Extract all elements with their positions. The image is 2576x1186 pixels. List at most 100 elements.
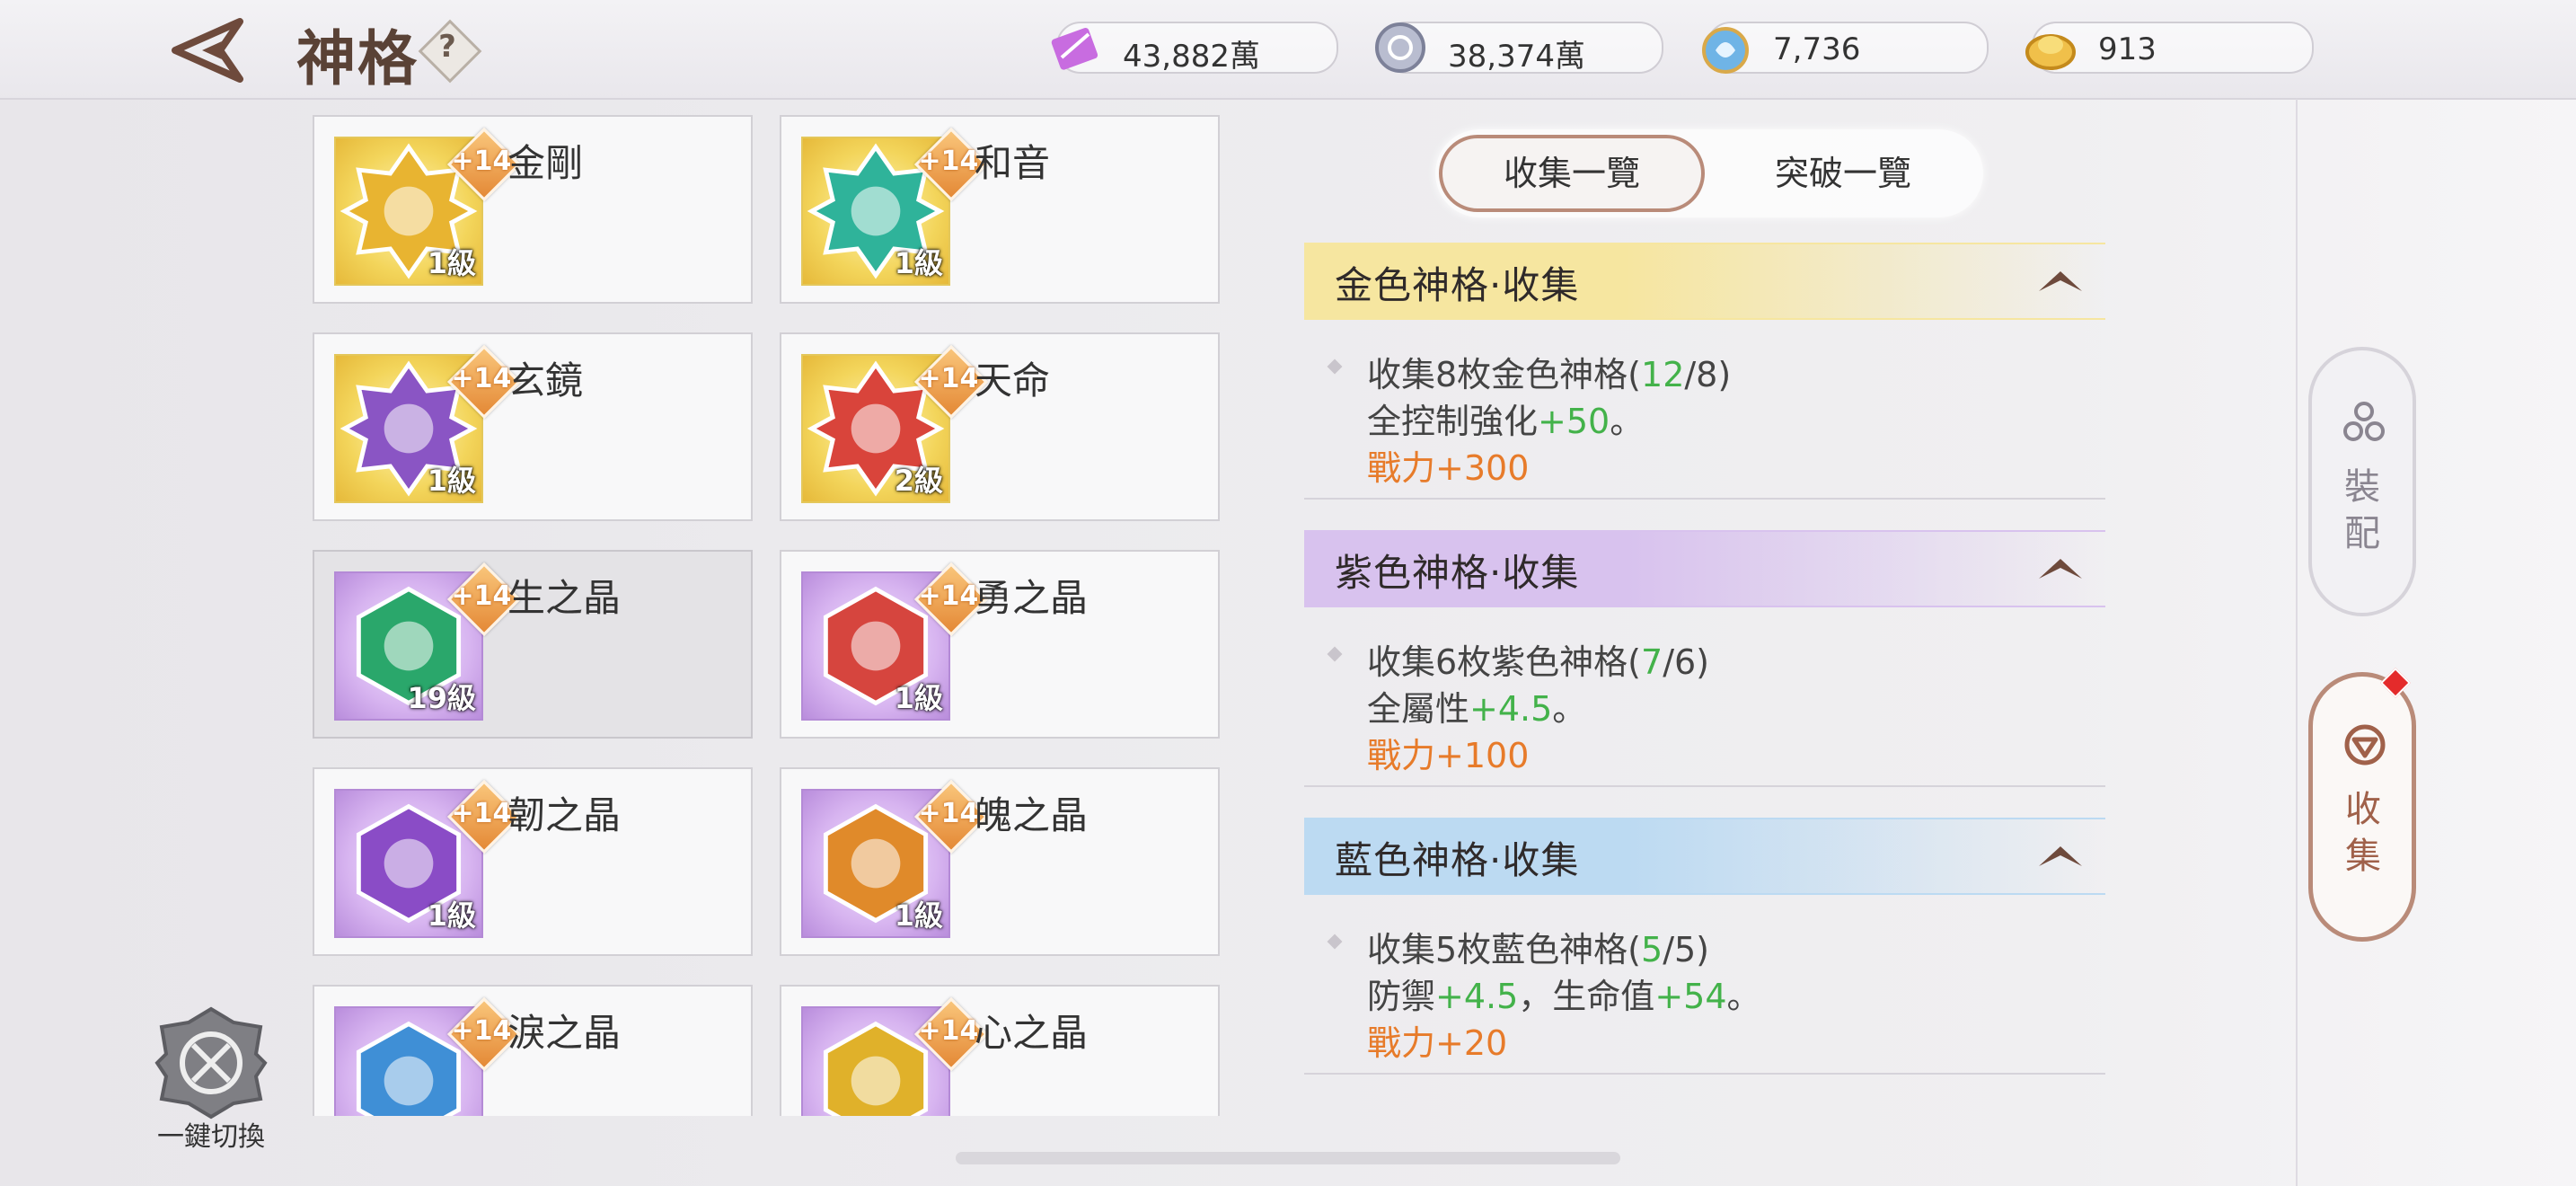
god-card[interactable]: +14 心之晶	[780, 985, 1220, 1116]
enhance-value: +14	[918, 363, 979, 394]
enhance-value: +14	[451, 1015, 512, 1047]
collection-section-header[interactable]: 紫色神格·收集	[1304, 530, 2105, 607]
collection-section-body: 收集5枚藍色神格(5/5) 防禦+4.5，生命值+54。 戰力+20	[1304, 922, 2105, 1076]
side-nav-equip-label: 裝配	[2312, 464, 2413, 557]
god-card-level: 2級	[894, 464, 943, 498]
bullet-diamond-icon	[1327, 358, 1343, 375]
gold-ingot-icon	[2025, 34, 2076, 70]
god-card[interactable]: 2級 +14 天命	[780, 332, 1220, 521]
god-card-level: 19級	[407, 681, 476, 715]
currency-value: 38,374萬	[1448, 39, 1585, 75]
stat-suffix: 。	[1552, 689, 1587, 729]
stat-label: 全控制強化	[1367, 402, 1539, 441]
god-card[interactable]: 1級 +14 金剛	[313, 115, 753, 304]
horizontal-scrollbar[interactable]	[956, 1152, 1620, 1164]
side-nav-rail	[2296, 99, 2298, 1186]
bullet-diamond-icon	[1327, 646, 1343, 662]
currency-feather-scroll[interactable]: 43,882萬	[1051, 22, 1338, 75]
help-button[interactable]: ?	[418, 19, 482, 84]
currency-blue-orb[interactable]: 7,736	[1702, 22, 1989, 74]
currency-value: 7,736	[1773, 31, 1861, 67]
god-card-name: 魄之晶	[975, 793, 1089, 837]
back-button[interactable]	[166, 16, 247, 84]
requirement-have: 7	[1641, 642, 1663, 682]
enhance-badge: +14	[913, 779, 989, 854]
section-divider	[1304, 1073, 2105, 1075]
collect-text: 收集	[2345, 789, 2381, 877]
enhance-badge: +14	[913, 127, 989, 202]
enhance-badge: +14	[446, 996, 522, 1072]
side-nav-equip[interactable]: 裝配	[2308, 347, 2416, 616]
currency-gold-ingot[interactable]: 913	[2025, 22, 2314, 74]
enhance-badge: +14	[446, 127, 522, 202]
section-title: 藍色神格·收集	[1335, 838, 1580, 882]
god-card-level: 1級	[894, 681, 943, 715]
side-nav-collect[interactable]: 收集	[2308, 672, 2416, 942]
tab-breakthrough-overview[interactable]: 突破一覽	[1710, 135, 1976, 212]
section-title: 紫色神格·收集	[1335, 551, 1580, 595]
collapse-chevron-icon[interactable]	[2033, 839, 2087, 872]
help-label: ?	[438, 29, 456, 65]
collect-requirement: 收集5枚藍色神格(5/5)	[1367, 922, 1709, 971]
collection-section-body: 收集6枚紫色神格(7/6) 全屬性+4.5。 戰力+100	[1304, 634, 2105, 789]
god-card[interactable]: 1級 +14 玄鏡	[313, 332, 753, 521]
god-card-level: 1級	[427, 898, 476, 933]
requirement-text: 收集6枚紫色神格(	[1367, 642, 1642, 682]
equip-icon	[2343, 402, 2385, 441]
one-key-switch-label: 一鍵切換	[157, 1121, 265, 1153]
god-card-level: 1級	[894, 246, 943, 280]
stat-value: +4.5	[1435, 977, 1519, 1016]
power-bonus: 戰力+20	[1367, 1023, 1508, 1063]
god-card-name: 淚之晶	[507, 1011, 622, 1055]
god-card[interactable]: +14 淚之晶	[313, 985, 753, 1116]
enhance-value: +14	[918, 798, 979, 829]
currency-value: 913	[2098, 31, 2157, 67]
one-key-switch-button[interactable]	[153, 1005, 269, 1121]
enhance-badge: +14	[913, 996, 989, 1072]
collapse-chevron-icon[interactable]	[2033, 264, 2087, 296]
enhance-value: +14	[451, 146, 512, 177]
page-title: 神格	[296, 23, 419, 93]
requirement-need: /5)	[1663, 930, 1710, 969]
god-card-name: 玄鏡	[507, 358, 584, 403]
tab-collect-overview[interactable]: 收集一覽	[1439, 135, 1705, 212]
god-card-level: 1級	[894, 898, 943, 933]
swap-icon	[154, 1006, 268, 1120]
power-bonus: 戰力+300	[1367, 448, 1530, 488]
side-nav-collect-label: 收集	[2313, 786, 2413, 880]
enhance-badge: +14	[446, 562, 522, 637]
requirement-have: 12	[1641, 355, 1685, 394]
stat-label: 防禦	[1367, 977, 1436, 1016]
requirement-text: 收集8枚金色神格(	[1367, 355, 1642, 394]
god-card-grid: 1級 +14 金剛 1級 +14 和音 1級 +14 玄鏡 2級 +14 天命 19級 +14 生之晶 1級 +…	[269, 108, 1257, 1116]
collection-section-header[interactable]: 金色神格·收集	[1304, 243, 2105, 320]
back-arrow-icon	[172, 18, 243, 83]
god-card[interactable]: 1級 +14 和音	[780, 115, 1220, 304]
requirement-text: 收集5枚藍色神格(	[1367, 930, 1642, 969]
collapse-chevron-icon[interactable]	[2033, 552, 2087, 584]
requirement-need: /6)	[1663, 642, 1710, 682]
stat2-suffix: 。	[1726, 977, 1761, 1016]
enhance-badge: +14	[913, 344, 989, 420]
collect-bonus: 全屬性+4.5。	[1367, 681, 1586, 730]
tab-bar: 收集一覽 突破一覽	[1435, 129, 1983, 217]
bullet-diamond-icon	[1327, 934, 1343, 950]
god-card[interactable]: 1級 +14 勇之晶	[780, 550, 1220, 739]
feather-scroll-icon	[1051, 27, 1098, 70]
god-card-name: 生之晶	[507, 576, 622, 620]
collect-requirement: 收集6枚紫色神格(7/6)	[1367, 634, 1709, 684]
enhance-value: +14	[451, 580, 512, 612]
currency-silver-coin[interactable]: 38,374萬	[1375, 22, 1663, 75]
god-card[interactable]: 1級 +14 魄之晶	[780, 767, 1220, 956]
equip-text: 裝配	[2344, 466, 2380, 554]
god-card[interactable]: 1級 +14 韌之晶	[313, 767, 753, 956]
god-card[interactable]: 19級 +14 生之晶	[313, 550, 753, 739]
stat2-value: +54	[1654, 977, 1727, 1016]
collection-section-header[interactable]: 藍色神格·收集	[1304, 818, 2105, 895]
enhance-badge: +14	[913, 562, 989, 637]
enhance-badge: +14	[446, 344, 522, 420]
collection-section-body: 收集8枚金色神格(12/8) 全控制強化+50。 戰力+300	[1304, 347, 2105, 501]
power-bonus: 戰力+100	[1367, 736, 1530, 775]
god-card-name: 心之晶	[975, 1011, 1089, 1055]
god-card-name: 韌之晶	[507, 793, 622, 837]
